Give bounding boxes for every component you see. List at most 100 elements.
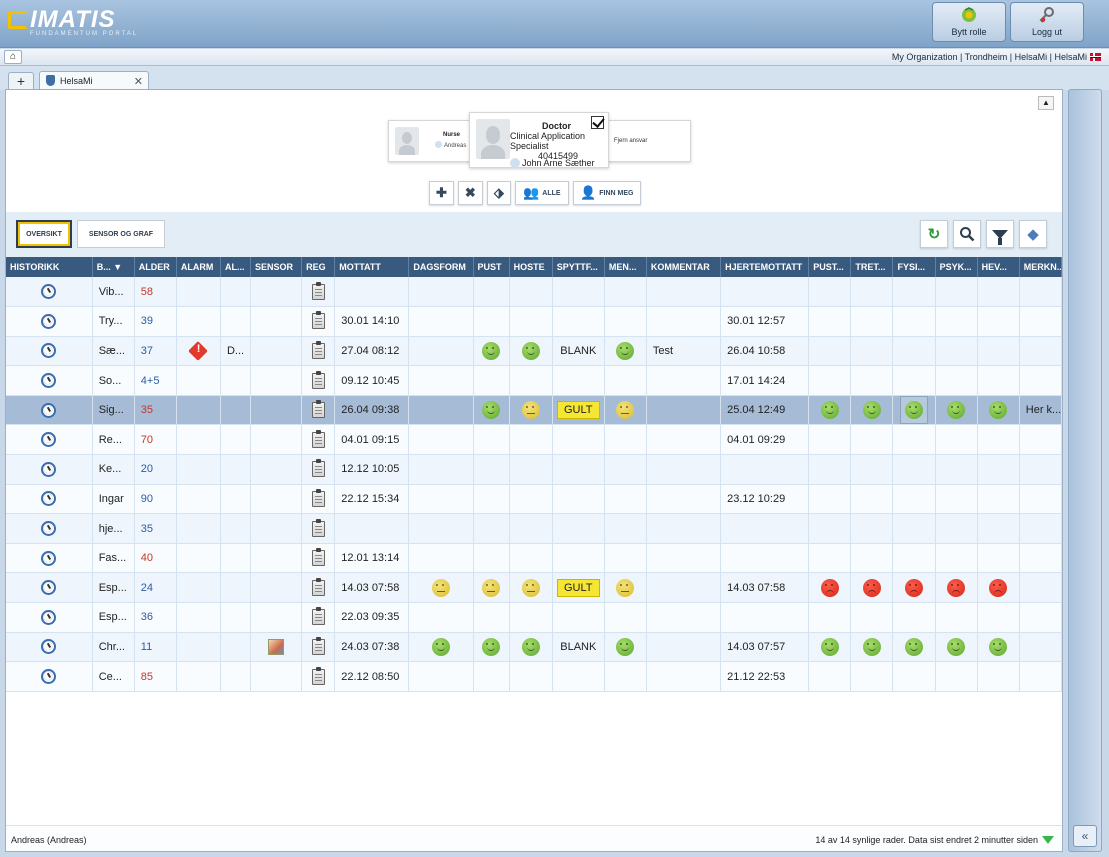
green-smiley-icon[interactable] (482, 341, 501, 360)
fysi-cell[interactable] (892, 513, 936, 544)
table-row[interactable]: Esp... 24 14.03 07:58 GULT 14.03 07:58 (6, 572, 1063, 604)
hev-cell[interactable] (977, 336, 1020, 367)
green-smiley-icon[interactable] (431, 637, 450, 656)
spytt-cell[interactable] (552, 602, 605, 633)
table-row[interactable]: So... 4+5 09.12 10:45 17.01 14:24 (6, 365, 1063, 396)
sensor-cell[interactable] (250, 306, 303, 337)
table-row[interactable]: Ke... 20 12.12 10:05 (6, 454, 1063, 485)
green-smiley-icon[interactable] (905, 401, 924, 420)
patient-name[interactable]: Vib... (92, 277, 135, 308)
pust2-cell[interactable] (808, 572, 852, 604)
pust2-cell[interactable] (808, 277, 852, 308)
fysi-cell[interactable] (892, 632, 936, 663)
alarm-cell[interactable] (176, 543, 221, 574)
sensor-cell[interactable] (250, 484, 303, 515)
psyk-cell[interactable] (935, 513, 978, 544)
column-header[interactable]: TRET... (850, 257, 894, 277)
history-cell[interactable] (6, 661, 93, 692)
pust2-cell[interactable] (808, 602, 852, 633)
history-clock-icon[interactable] (41, 461, 57, 477)
pust2-cell[interactable] (808, 454, 852, 485)
table-row[interactable]: Vib... 58 (6, 277, 1063, 308)
dagsform-cell[interactable] (408, 306, 474, 337)
men-cell[interactable] (604, 602, 647, 633)
history-clock-icon[interactable] (41, 491, 57, 507)
alarm-cell[interactable] (176, 632, 221, 663)
pust2-cell[interactable] (808, 513, 852, 544)
hoste-cell[interactable] (509, 632, 553, 663)
staff-card-nurse[interactable]: Nurse Andreas (388, 120, 478, 162)
expand-side-panel-button[interactable]: « (1073, 825, 1097, 847)
column-header[interactable]: ALDER (134, 257, 177, 277)
clipboard-icon[interactable] (311, 636, 325, 655)
psyk-cell[interactable] (935, 395, 978, 426)
men-cell[interactable] (604, 632, 647, 663)
sensor-cell[interactable] (250, 661, 303, 692)
breadcrumb[interactable]: My Organization | Trondheim | HelsaMi | … (892, 52, 1087, 62)
dagsform-cell[interactable] (408, 277, 474, 308)
green-smiley-icon[interactable] (989, 401, 1008, 420)
fysi-cell[interactable] (892, 395, 936, 426)
green-smiley-icon[interactable] (989, 637, 1008, 656)
search-button[interactable] (953, 220, 981, 248)
register-cell[interactable] (301, 365, 336, 396)
fysi-cell[interactable] (892, 424, 936, 456)
hev-cell[interactable] (977, 454, 1020, 485)
hoste-cell[interactable] (509, 661, 553, 692)
pust2-cell[interactable] (808, 395, 852, 426)
psyk-cell[interactable] (935, 543, 978, 574)
dagsform-cell[interactable] (408, 424, 474, 456)
pust2-cell[interactable] (808, 661, 852, 692)
column-header[interactable]: MEN... (604, 257, 647, 277)
hev-cell[interactable] (977, 484, 1020, 515)
green-smiley-icon[interactable] (521, 341, 540, 360)
register-cell[interactable] (301, 513, 336, 544)
register-cell[interactable] (301, 543, 336, 574)
column-header[interactable]: REG (301, 257, 336, 277)
sensor-cell[interactable] (250, 395, 303, 426)
alarm-cell[interactable] (176, 277, 221, 308)
pust-cell[interactable] (473, 424, 510, 456)
history-clock-icon[interactable] (41, 639, 57, 655)
history-cell[interactable] (6, 277, 93, 308)
clipboard-icon[interactable] (311, 311, 325, 330)
table-row[interactable]: Fas... 40 12.01 13:14 (6, 543, 1063, 574)
patient-name[interactable]: Re... (92, 424, 135, 456)
table-row[interactable]: Ce... 85 22.12 08:50 21.12 22:53 (6, 661, 1063, 692)
green-smiley-icon[interactable] (820, 637, 839, 656)
men-cell[interactable] (604, 513, 647, 544)
psyk-cell[interactable] (935, 661, 978, 692)
spytt-cell[interactable]: GULT (552, 395, 605, 426)
sensor-cell[interactable] (250, 277, 303, 308)
men-cell[interactable] (604, 454, 647, 485)
sensor-icon[interactable] (268, 638, 285, 655)
spytt-cell[interactable] (552, 365, 605, 396)
hev-cell[interactable] (977, 424, 1020, 456)
tret-cell[interactable] (850, 395, 894, 426)
tret-cell[interactable] (850, 336, 894, 367)
fysi-cell[interactable] (892, 336, 936, 367)
history-cell[interactable] (6, 602, 93, 633)
history-cell[interactable] (6, 632, 93, 663)
patient-name[interactable]: Esp... (92, 602, 135, 633)
dagsform-cell[interactable] (408, 661, 474, 692)
add-tab-button[interactable]: + (8, 72, 34, 90)
green-smiley-icon[interactable] (521, 637, 540, 656)
tret-cell[interactable] (850, 513, 894, 544)
checkbox-checked-icon[interactable] (591, 116, 604, 129)
table-row[interactable]: Try... 39 30.01 14:10 30.01 12:57 (6, 306, 1063, 337)
register-cell[interactable] (301, 336, 336, 367)
history-clock-icon[interactable] (41, 609, 57, 625)
clipboard-icon[interactable] (311, 488, 325, 507)
patient-name[interactable]: Ce... (92, 661, 135, 692)
tret-cell[interactable] (850, 454, 894, 485)
spytt-cell[interactable]: BLANK (552, 632, 605, 663)
register-cell[interactable] (301, 661, 336, 692)
clipboard-icon[interactable] (311, 370, 325, 389)
hoste-cell[interactable] (509, 424, 553, 456)
clipboard-icon[interactable] (311, 400, 325, 419)
spytt-cell[interactable] (552, 306, 605, 337)
tret-cell[interactable] (850, 543, 894, 574)
register-cell[interactable] (301, 602, 336, 633)
alarm-cell[interactable] (176, 365, 221, 396)
